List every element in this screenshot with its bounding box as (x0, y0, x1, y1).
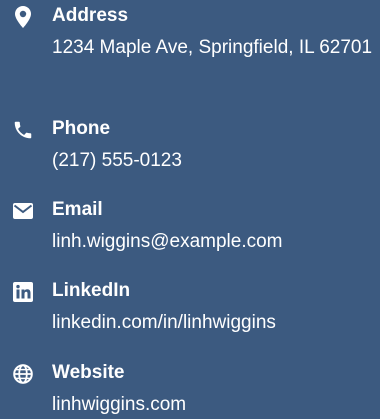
contact-item-address: Address 1234 Maple Ave, Springfield, IL … (0, 2, 380, 102)
map-pin-icon (10, 5, 36, 29)
contact-item-linkedin: LinkedIn linkedin.com/in/linhwiggins (0, 277, 380, 341)
linkedin-icon (10, 280, 36, 304)
phone-icon (10, 118, 36, 142)
contact-item-email: Email linh.wiggins@example.com (0, 196, 380, 260)
contact-item-website: Website linhwiggins.com (0, 359, 380, 419)
globe-icon (10, 362, 36, 386)
website-link[interactable]: linhwiggins.com (52, 387, 378, 419)
email-label: Email (52, 199, 103, 220)
linkedin-label: LinkedIn (52, 280, 131, 301)
phone-link[interactable]: (217) 555-0123 (52, 143, 378, 179)
address-label: Address (52, 5, 129, 26)
address-value: 1234 Maple Ave, Springfield, IL 62701 (52, 37, 373, 58)
linkedin-link[interactable]: linkedin.com/in/linhwiggins (52, 305, 378, 341)
contact-item-phone: Phone (217) 555-0123 (0, 115, 380, 179)
website-label: Website (52, 362, 125, 383)
phone-label: Phone (52, 118, 111, 139)
email-link[interactable]: linh.wiggins@example.com (52, 224, 378, 260)
envelope-icon (10, 199, 36, 223)
